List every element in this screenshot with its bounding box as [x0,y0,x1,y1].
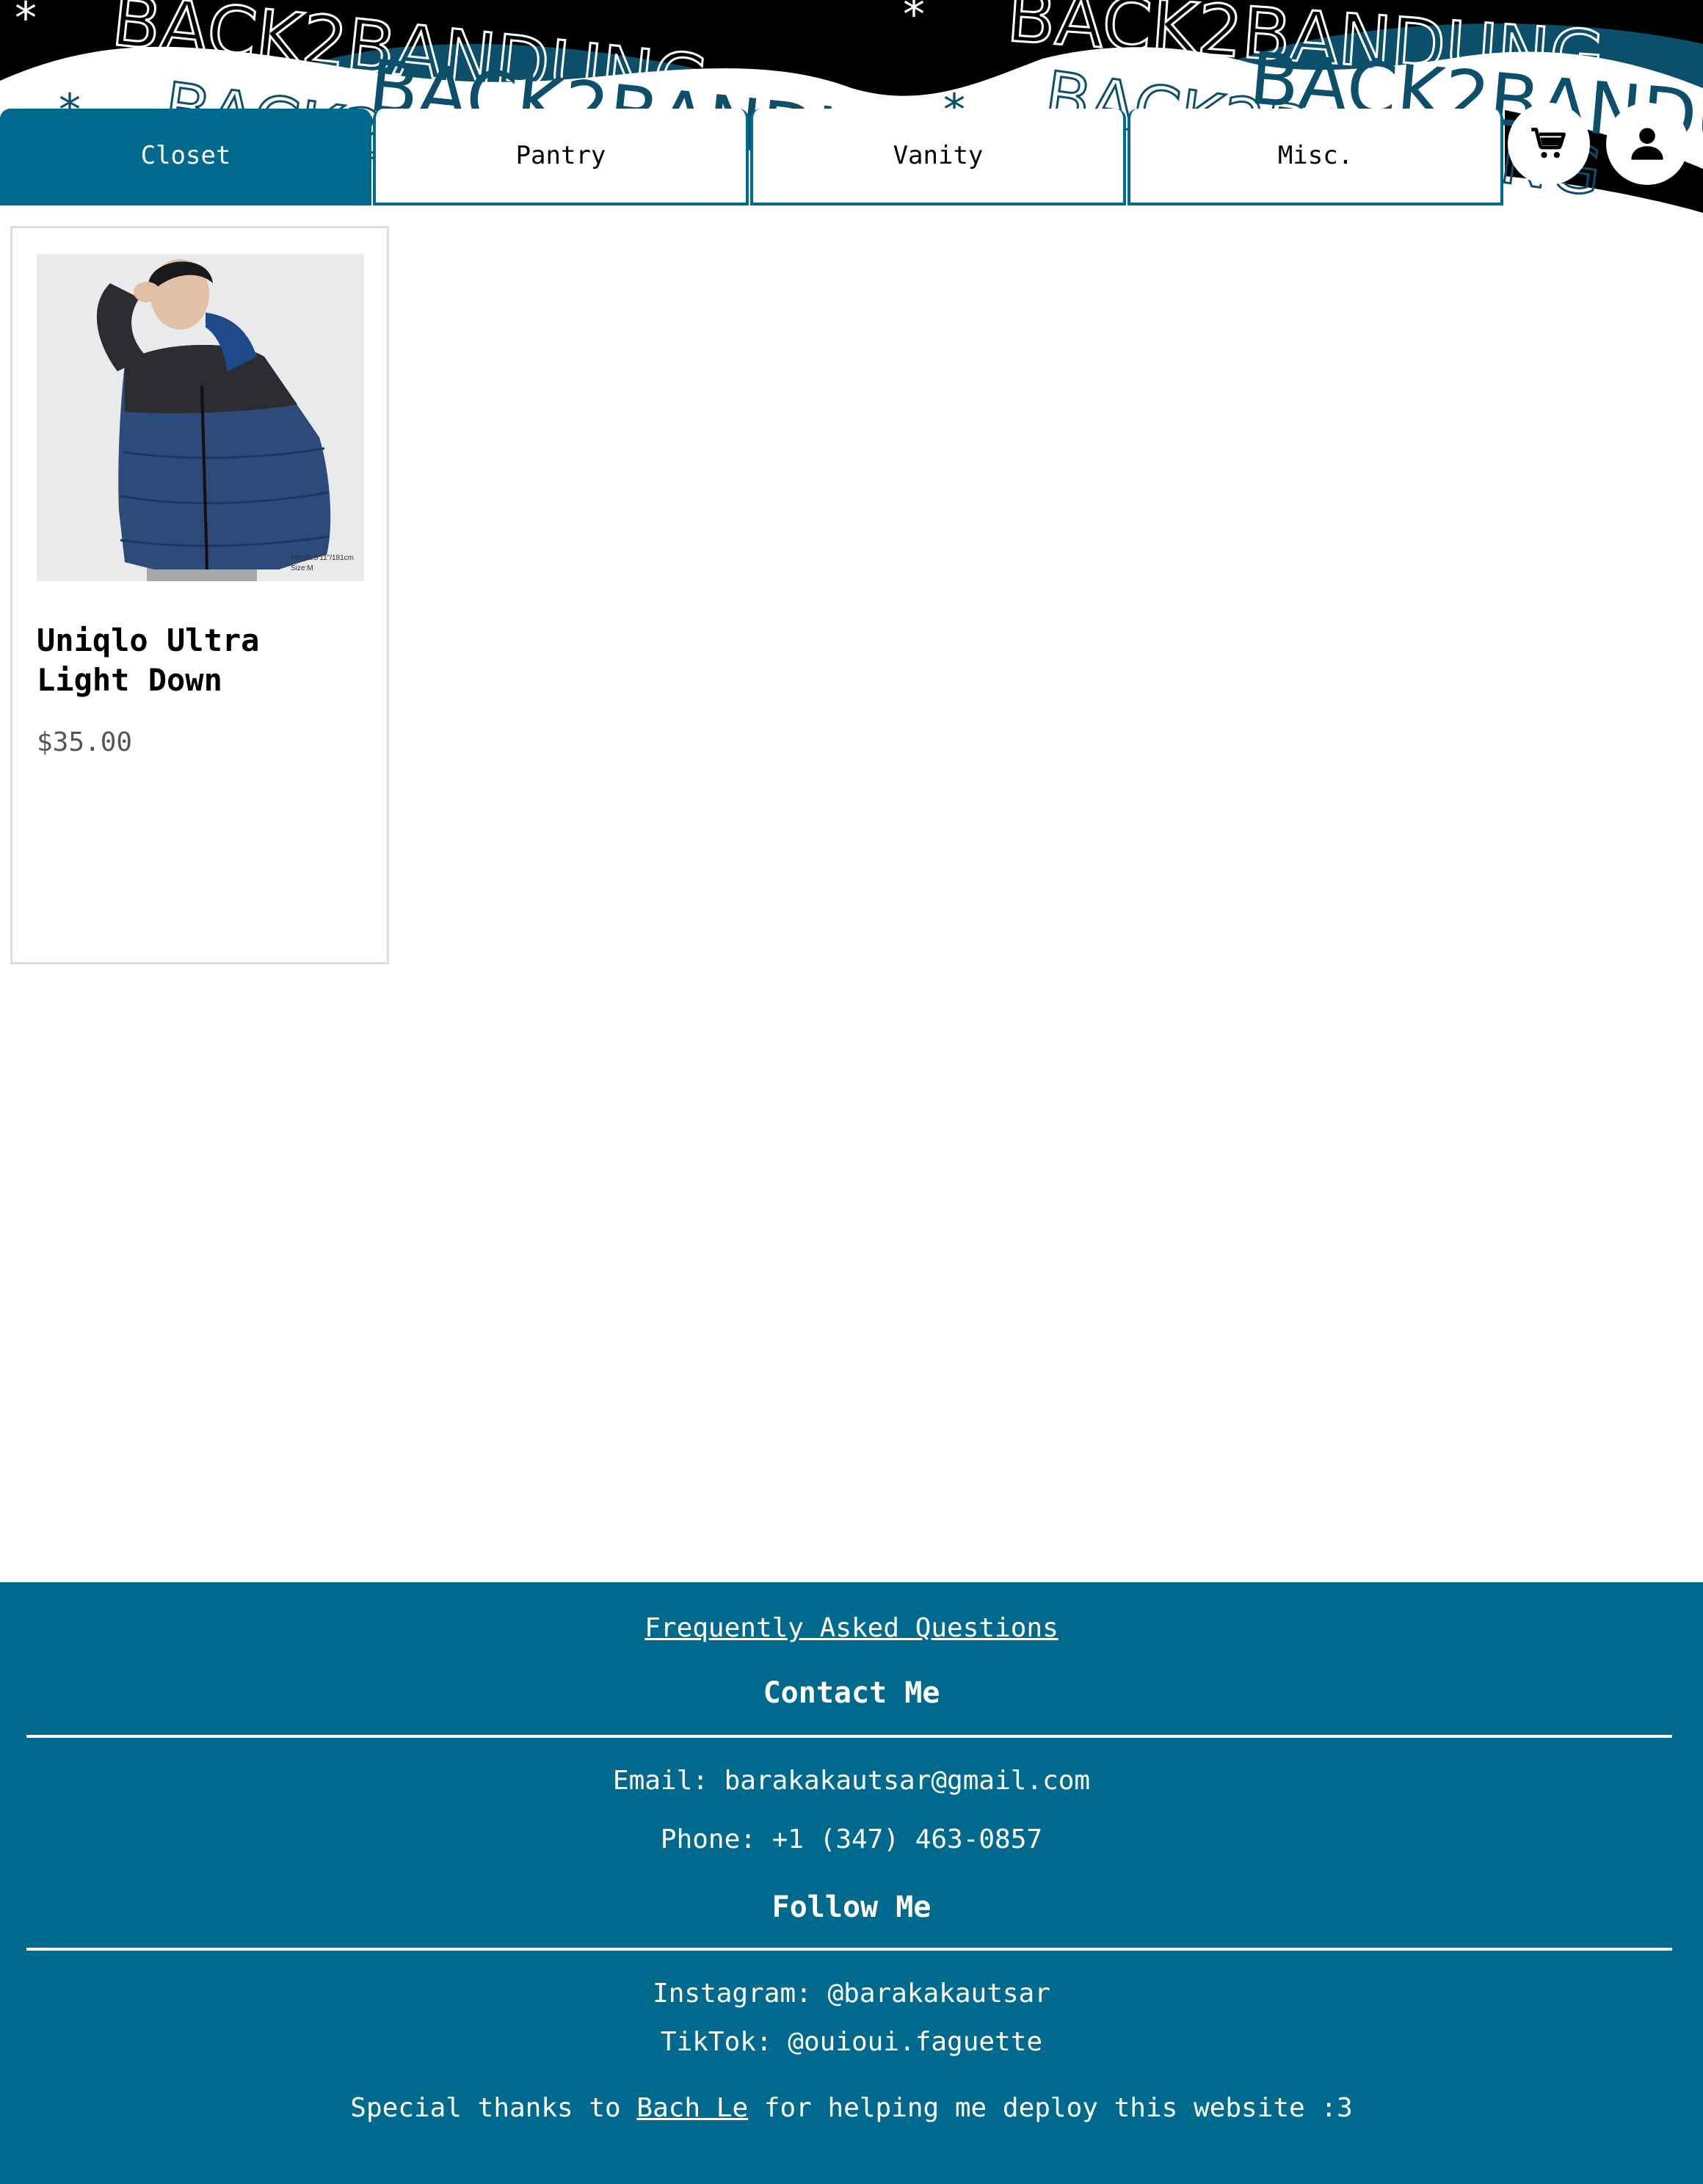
faq-row: Frequently Asked Questions [0,1613,1703,1643]
faq-link[interactable]: Frequently Asked Questions [644,1613,1059,1643]
product-photo-illustration [37,254,364,581]
product-title[interactable]: Uniqlo Ultra Light Down [37,621,360,700]
tab-pantry[interactable]: Pantry [373,109,749,205]
photo-caption-size: Size:M [291,564,313,572]
contact-email: Email: barakakautsar@gmail.com [612,1766,1091,1796]
photo-caption-height: Height:5'11"/181cm [291,554,354,562]
thanks-prefix: Special thanks to [350,2093,637,2123]
banner-star-2: * [903,0,925,40]
photo-caption: Height:5'11"/181cm Size:M [291,553,354,574]
product-card[interactable]: Height:5'11"/181cm Size:M Uniqlo Ultra L… [10,226,389,964]
contact-heading: Contact Me [763,1676,940,1710]
product-image[interactable]: Height:5'11"/181cm Size:M [37,254,364,581]
follow-divider [26,1948,1672,1951]
thanks-line: Special thanks to Bach Le for helping me… [0,2093,1703,2123]
tab-misc[interactable]: Misc. [1128,109,1503,205]
product-price: $35.00 [37,727,133,757]
user-icon [1631,128,1663,160]
cart-icon [1531,128,1566,159]
instagram-handle: Instagram: @barakakautsar [653,1979,1050,2009]
contact-phone: Phone: +1 (347) 463-0857 [660,1824,1043,1854]
footer: Frequently Asked Questions Contact Me Em… [0,1582,1703,2184]
contact-divider [26,1735,1672,1738]
tab-closet[interactable]: Closet [0,109,371,205]
cart-button[interactable] [1508,103,1590,185]
account-button[interactable] [1606,103,1688,185]
tab-vanity[interactable]: Vanity [750,109,1126,205]
follow-heading: Follow Me [771,1890,932,1924]
banner-star-1: * [15,0,37,44]
thanks-suffix: for helping me deploy this website :3 [748,2093,1353,2123]
bach-le-link[interactable]: Bach Le [636,2093,748,2123]
category-tabs: Closet Pantry Vanity Misc. [0,109,1505,208]
tiktok-handle: TikTok: @ouioui.faguette [660,2027,1043,2057]
